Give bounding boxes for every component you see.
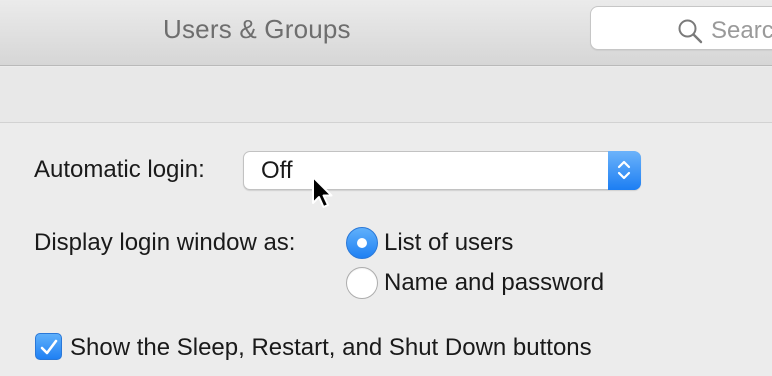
search-field[interactable]: Search <box>590 6 772 50</box>
automatic-login-label: Automatic login: <box>34 156 205 183</box>
toolbar-strip <box>0 67 772 123</box>
search-icon <box>677 18 703 44</box>
checkmark-icon <box>40 339 58 355</box>
display-login-label: Display login window as: <box>34 229 296 256</box>
automatic-login-popup[interactable]: Off <box>243 151 641 190</box>
radio-name-and-password[interactable] <box>346 267 378 299</box>
chevron-up-down-icon <box>617 160 631 180</box>
pointer-cursor-icon <box>311 175 335 216</box>
popup-stepper-arrows[interactable] <box>608 151 641 190</box>
radio-name-and-password-label[interactable]: Name and password <box>384 269 604 297</box>
radio-list-of-users-label[interactable]: List of users <box>384 229 513 257</box>
show-buttons-label[interactable]: Show the Sleep, Restart, and Shut Down b… <box>70 334 592 362</box>
radio-list-of-users[interactable] <box>346 227 378 259</box>
automatic-login-value: Off <box>261 157 293 184</box>
search-placeholder: Search <box>711 17 772 44</box>
title-bar: Users & Groups Search <box>0 0 772 66</box>
radio-selected-dot <box>357 238 367 248</box>
show-buttons-checkbox[interactable] <box>35 333 62 360</box>
window-title: Users & Groups <box>163 14 351 44</box>
